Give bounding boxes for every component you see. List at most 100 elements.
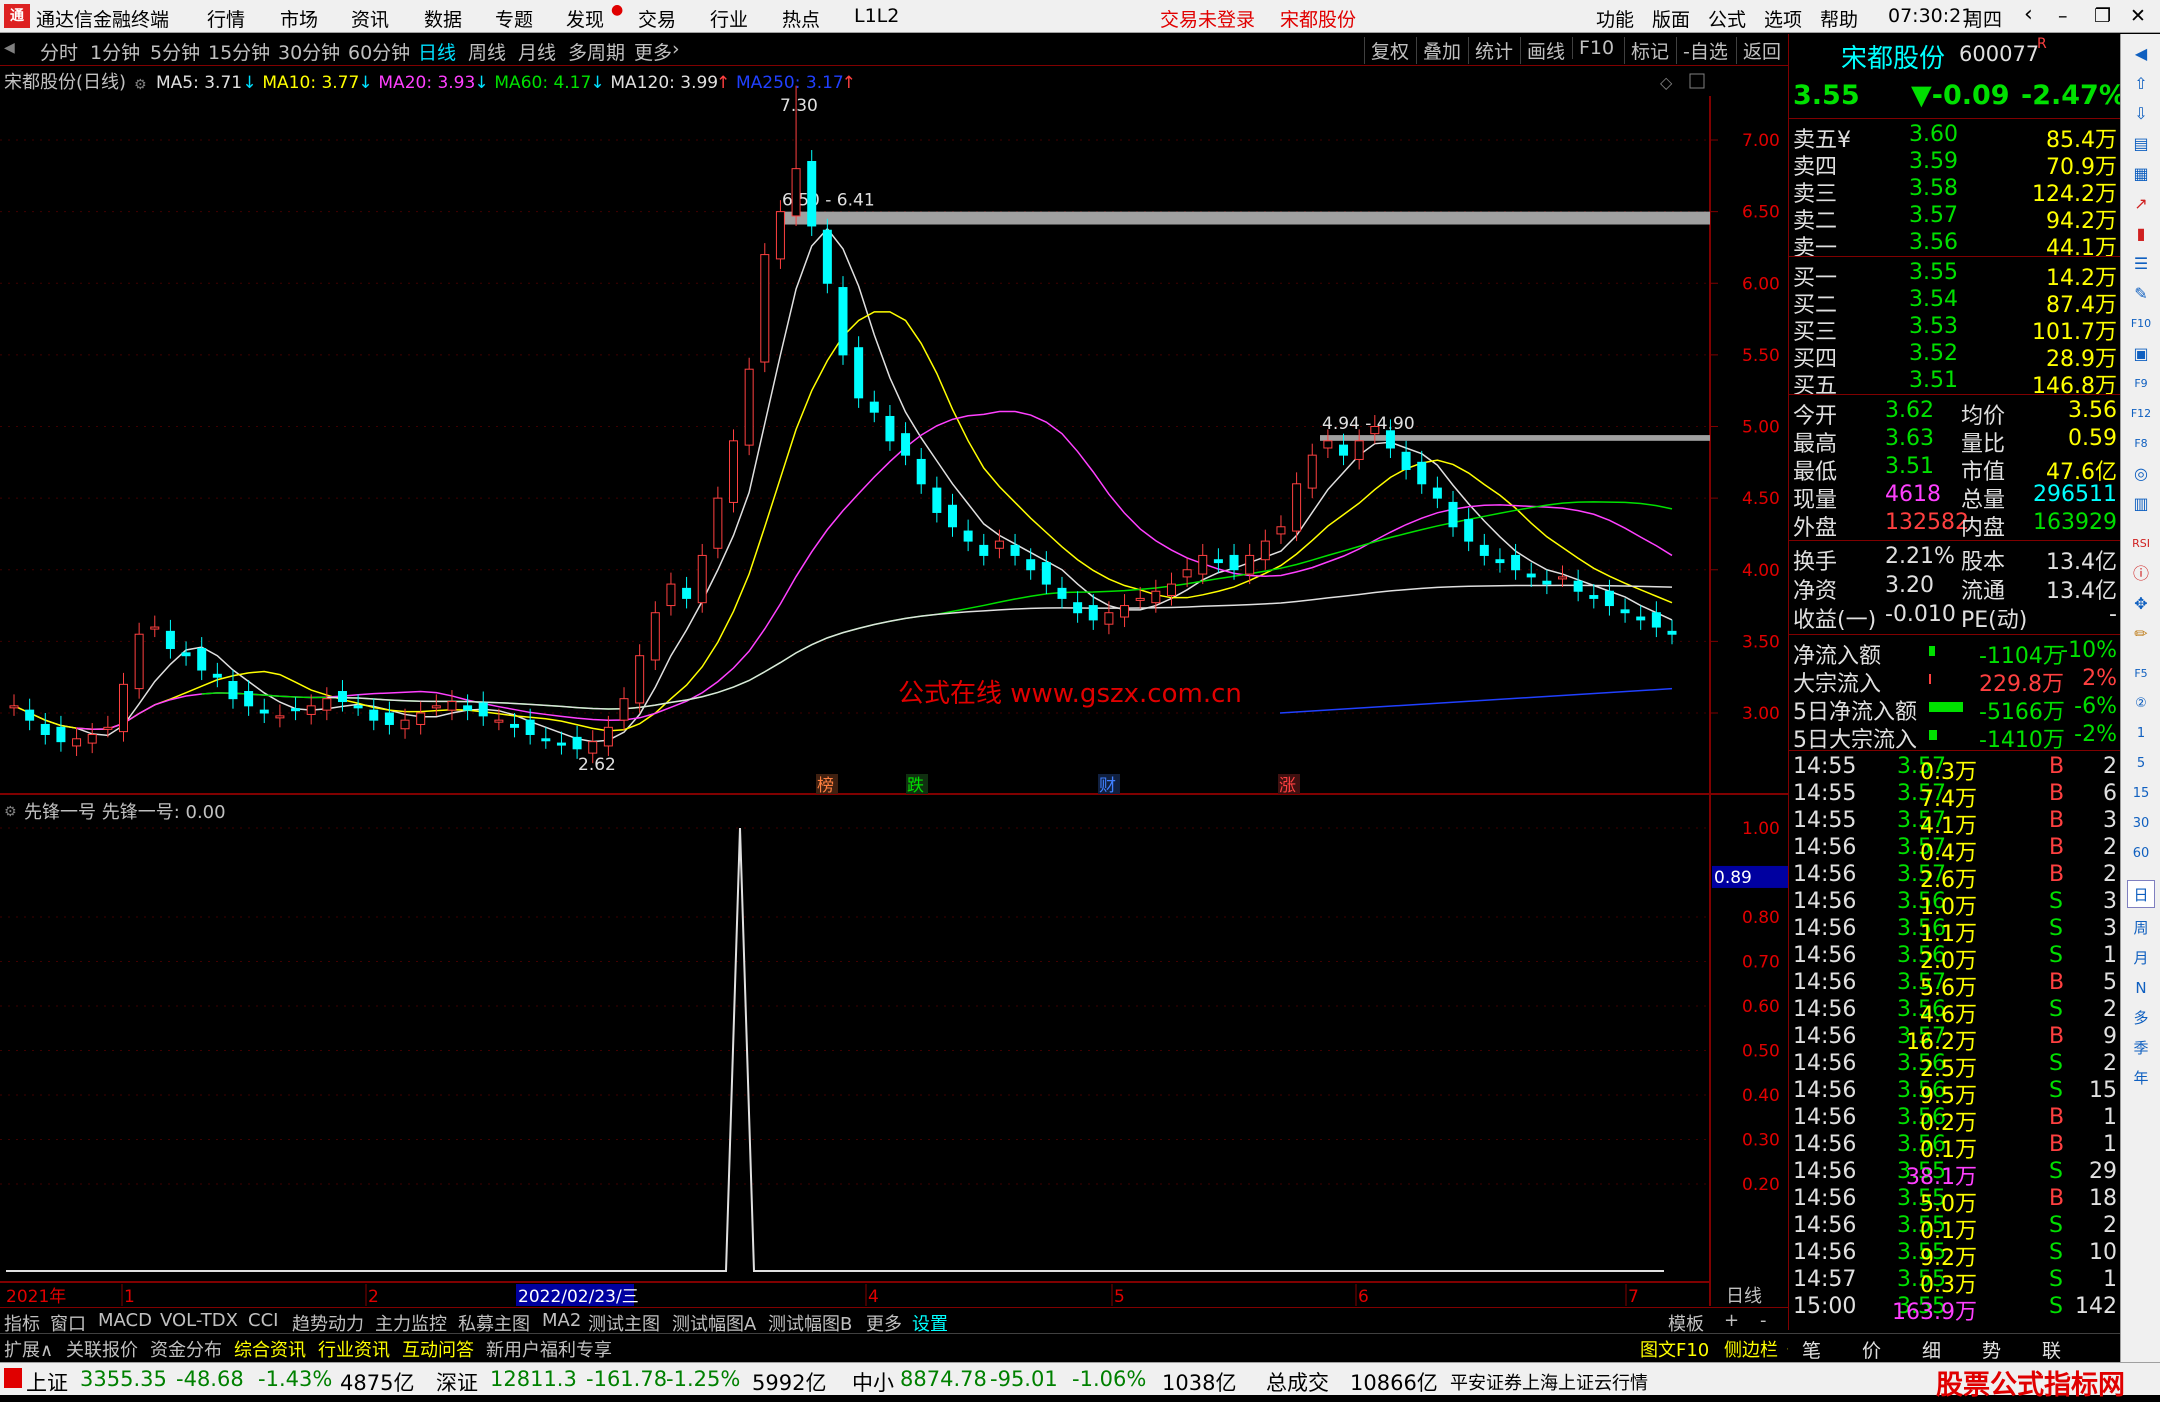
menu-banmian[interactable]: 版面 [1652,5,1690,32]
restore-icon[interactable]: ❐ [2094,5,2111,27]
tab-macd[interactable]: MACD [98,1310,152,1331]
industry-news-tab[interactable]: 行业资讯 [318,1336,390,1362]
table-icon[interactable]: ▦ [2127,160,2155,188]
period-week-icon[interactable]: 周 [2127,914,2155,942]
up-arrow-icon[interactable]: ⇧ [2127,70,2155,98]
f9-icon[interactable]: F9 [2127,370,2155,398]
menu-hangqing[interactable]: 行情 [207,5,245,32]
menu-l1l2[interactable]: L1L2 [854,5,899,27]
tab-cci[interactable]: CCI [248,1310,278,1331]
remove-pane-button[interactable]: - [1760,1310,1767,1331]
indicator-settings-icon[interactable]: ⚙ [4,804,17,820]
list-icon[interactable]: ☰ [2127,250,2155,278]
quote-tab-lian[interactable]: 联 [2042,1336,2061,1363]
info-icon[interactable]: ⓘ [2127,560,2155,588]
f8-icon[interactable]: F8 [2127,430,2155,458]
move-icon[interactable]: ✥ [2127,590,2155,618]
quote-tab-jia[interactable]: 价 [1862,1336,1881,1363]
menu-zixun[interactable]: 资讯 [351,5,389,32]
period-monthly[interactable]: 月线 [518,38,556,65]
zx-name[interactable]: 中小 [852,1367,894,1397]
book-icon[interactable]: ▥ [2127,490,2155,518]
event-mark-bang[interactable]: 榜 [817,776,834,796]
period-season-icon[interactable]: 季 [2127,1034,2155,1062]
btn-huaxian[interactable]: 画线 [1520,37,1571,64]
period-multi-icon[interactable]: 多 [2127,1004,2155,1032]
period-month-icon[interactable]: 月 [2127,944,2155,972]
kline-icon[interactable]: ▮ [2127,220,2155,248]
close-icon[interactable]: ✕ [2130,5,2146,27]
pen-icon[interactable]: ✏ [2127,620,2155,648]
sh-name[interactable]: 上证 [26,1367,68,1397]
event-mark-zhang[interactable]: 涨 [1279,776,1296,796]
line-chart-icon[interactable]: ↗ [2127,190,2155,218]
news-tab[interactable]: 综合资讯 [234,1336,306,1362]
period-15min[interactable]: 15分钟 [208,38,270,65]
menu-jiaoyi[interactable]: 交易 [638,5,676,32]
btn-fuquan[interactable]: 复权 [1364,37,1415,64]
related-quotes-tab[interactable]: 关联报价 [66,1336,138,1362]
sz-name[interactable]: 深证 [436,1367,478,1397]
menu-xuanxiang[interactable]: 选项 [1764,5,1802,32]
menu-faxian[interactable]: 发现 [566,5,604,32]
menu-gongshi[interactable]: 公式 [1708,5,1746,32]
period-multi[interactable]: 多周期 [568,38,625,65]
trade-status[interactable]: 交易未登录 [1160,5,1255,32]
period-year-icon[interactable]: 年 [2127,1064,2155,1092]
period-daily[interactable]: 日线 [418,38,456,65]
quote-tab-bi[interactable]: 笔 [1802,1336,1821,1363]
quote-tab-xi[interactable]: 细 [1922,1336,1941,1363]
menu-shuju[interactable]: 数据 [424,5,462,32]
event-mark-die[interactable]: 跌 [907,776,924,796]
period-60min[interactable]: 60分钟 [348,38,410,65]
f10-button[interactable]: 图文F10 [1640,1336,1709,1362]
period-n-icon[interactable]: N [2127,974,2155,1002]
settings-icon[interactable]: ⚙ [134,77,147,93]
fund-dist-tab[interactable]: 资金分布 [150,1336,222,1362]
btn-fanhui[interactable]: 返回 [1736,37,1787,64]
period-day-icon[interactable]: 日 [2127,880,2155,908]
chart-area[interactable]: 宋都股份(日线) ⚙ MA5: 3.71 ↓ MA10: 3.77 ↓ MA20: 3.… [0,66,1788,1309]
menu-bangzhu[interactable]: 帮助 [1820,5,1858,32]
btn-biaoji[interactable]: 标记 [1624,37,1675,64]
btn-diejia[interactable]: 叠加 [1416,37,1467,64]
period-1-icon[interactable]: 1 [2127,720,2155,748]
quote-tab-shi[interactable]: 势 [1982,1336,2001,1363]
diamond-icon[interactable]: ◇ [1660,73,1673,92]
menu-hangye[interactable]: 行业 [710,5,748,32]
menu-shichang[interactable]: 市场 [280,5,318,32]
period-5min[interactable]: 5分钟 [150,38,200,65]
period-15-icon[interactable]: 15 [2127,780,2155,808]
target-icon[interactable]: ◎ [2127,460,2155,488]
btn-zixuan[interactable]: -自选 [1676,37,1734,64]
menu-redian[interactable]: 热点 [782,5,820,32]
period-5-icon[interactable]: 5 [2127,750,2155,778]
down-arrow-icon[interactable]: ⇩ [2127,100,2155,128]
newuser-tab[interactable]: 新用户福利专享 [486,1336,612,1362]
menu-zhuanti[interactable]: 专题 [495,5,533,32]
minimize-icon[interactable]: – [2058,5,2068,27]
report-icon[interactable]: ▤ [2127,130,2155,158]
tick-list[interactable]: 14:55 3.57 0.3万 B 2 14:55 3.57 7.4万 B 6 14:55 3.57 4… [1789,752,2121,1332]
qa-tab[interactable]: 互动问答 [402,1336,474,1362]
tab-ma2[interactable]: MA2 [542,1310,581,1331]
period-2-icon[interactable]: ② [2127,690,2155,718]
back-icon[interactable]: ‹ [2024,2,2033,27]
rsi-icon[interactable]: RSI [2127,530,2155,558]
period-weekly[interactable]: 周线 [468,38,506,65]
event-mark-cai[interactable]: 财 [1099,776,1116,796]
edit-icon[interactable]: ✎ [2127,280,2155,308]
add-pane-button[interactable]: + [1724,1310,1739,1331]
grid-icon[interactable]: ▣ [2127,340,2155,368]
menu-gongneng[interactable]: 功能 [1596,5,1634,32]
f10-icon[interactable]: F10 [2127,310,2155,338]
collapse-icon[interactable]: ◀ [2127,40,2155,68]
period-60-icon[interactable]: 60 [2127,840,2155,868]
period-fenshi[interactable]: 分时 [40,38,78,65]
kline-chart[interactable]: 宋都股份(日线) ⚙ MA5: 3.71 ↓ MA10: 3.77 ↓ MA20: 3.… [0,66,1788,1309]
period-1min[interactable]: 1分钟 [90,38,140,65]
f12-icon[interactable]: F12 [2127,400,2155,428]
btn-tongji[interactable]: 统计 [1468,37,1519,64]
btn-f10[interactable]: F10 [1572,37,1620,59]
period-30min[interactable]: 30分钟 [278,38,340,65]
